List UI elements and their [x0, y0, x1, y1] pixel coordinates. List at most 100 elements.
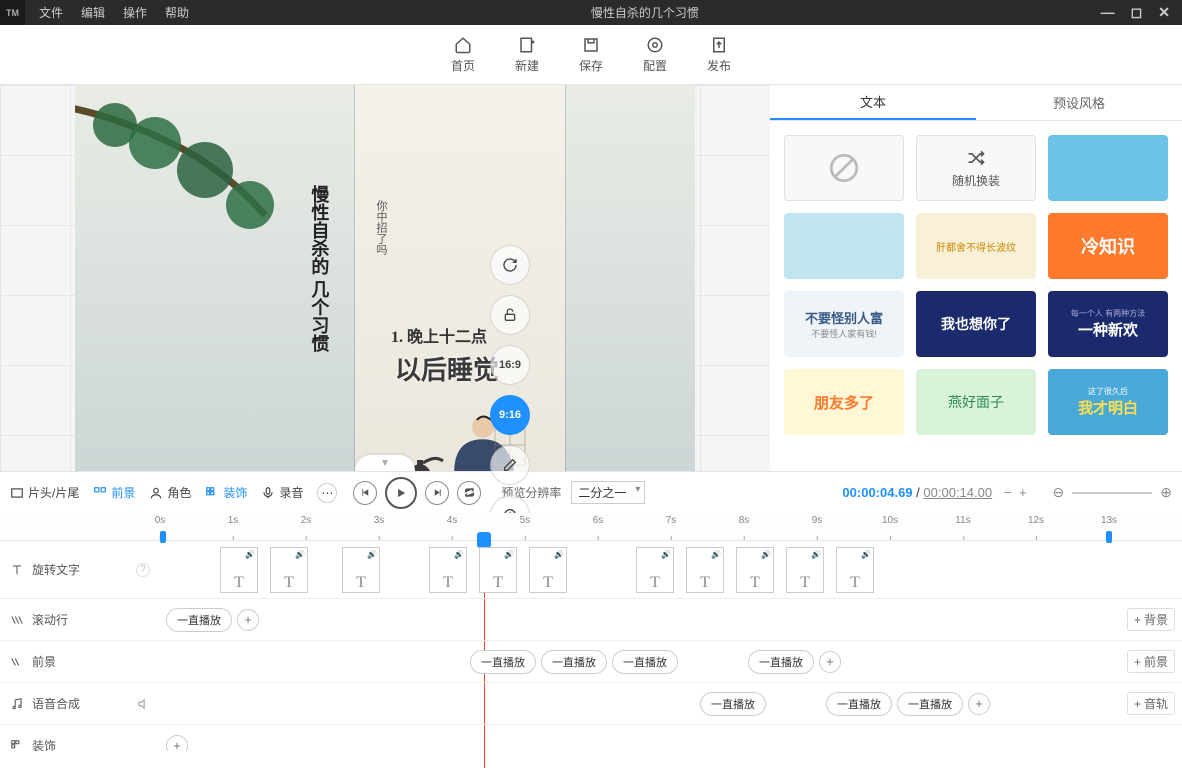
- style-thumb[interactable]: [1048, 135, 1168, 201]
- prev-button[interactable]: [353, 481, 377, 505]
- role-toggle[interactable]: 角色: [149, 484, 191, 501]
- foreground-toggle[interactable]: 前景: [93, 484, 135, 501]
- playback-bar: 片头/片尾 前景 角色 装饰 录音 ⋯ 预览分辨率 二分之一 00:00:04.…: [0, 471, 1182, 513]
- style-thumb[interactable]: 我也想你了: [916, 291, 1036, 357]
- resolution-select[interactable]: 二分之一: [571, 481, 645, 504]
- new-icon: [518, 36, 536, 54]
- menu-help[interactable]: 帮助: [165, 4, 189, 21]
- publish-button[interactable]: 发布: [707, 36, 731, 74]
- refresh-button[interactable]: [490, 245, 530, 285]
- new-button[interactable]: 新建: [515, 36, 539, 74]
- tab-text[interactable]: 文本: [770, 85, 976, 120]
- more-button[interactable]: ⋯: [317, 483, 337, 503]
- menu-action[interactable]: 操作: [123, 4, 147, 21]
- save-button[interactable]: 保存: [579, 36, 603, 74]
- tab-preset-style[interactable]: 预设风格: [976, 85, 1182, 120]
- lock-button[interactable]: [490, 295, 530, 335]
- add-foreground-button[interactable]: + 前景: [1127, 650, 1175, 673]
- config-label: 配置: [643, 57, 667, 74]
- clip-pill[interactable]: 一直播放: [826, 692, 892, 716]
- style-thumb[interactable]: 冷知识: [1048, 213, 1168, 279]
- clip-pill[interactable]: 一直播放: [612, 650, 678, 674]
- ruler-tick: 1s: [228, 515, 239, 526]
- save-icon: [582, 36, 600, 54]
- side-panel: 文本 预设风格 随机换装 肝都舍不得长波纹 冷知识 不要怪别人富 不要怪人家有钱…: [770, 85, 1182, 471]
- zoom-in-button[interactable]: ⊕: [1160, 484, 1172, 501]
- volume-icon[interactable]: [136, 697, 150, 711]
- next-button[interactable]: [425, 481, 449, 505]
- transport-controls: [353, 477, 481, 509]
- text-clip[interactable]: T: [220, 547, 258, 593]
- canvas-area[interactable]: 慢性自杀的 几个习惯 你中招了吗 1. 晚上十二点 以后睡觉 16:9 9:16: [0, 85, 770, 471]
- style-thumb[interactable]: 肝都舍不得长波纹: [916, 213, 1036, 279]
- aspect-9-16-button[interactable]: 9:16: [490, 395, 530, 435]
- apps-icon: [205, 486, 219, 500]
- ruler-tick: 2s: [301, 515, 312, 526]
- canvas-vertical-sub: 你中招了吗: [373, 200, 389, 255]
- canvas-vertical-title: 慢性自杀的 几个习惯: [307, 185, 330, 352]
- ruler-tick: 10s: [882, 515, 898, 526]
- timeline-tracks: 旋转文字 ? TTTTTTTTTTT 滚动行 一直播放 + + 背景 前景 一直…: [0, 541, 1182, 751]
- timeline-ruler[interactable]: 0s1s2s3s4s5s6s7s8s9s10s11s12s13s: [0, 513, 1182, 541]
- text-clip[interactable]: T: [686, 547, 724, 593]
- text-clip[interactable]: T: [736, 547, 774, 593]
- track-tts: 语音合成 一直播放 一直播放 一直播放 + + 音轨: [0, 683, 1182, 725]
- menu-edit[interactable]: 编辑: [81, 4, 105, 21]
- add-clip-button[interactable]: +: [237, 609, 259, 631]
- text-clip[interactable]: T: [836, 547, 874, 593]
- loop-button[interactable]: [457, 481, 481, 505]
- config-button[interactable]: 配置: [643, 36, 667, 74]
- text-clip[interactable]: T: [270, 547, 308, 593]
- text-clip[interactable]: T: [529, 547, 567, 593]
- style-thumb[interactable]: 不要怪别人富 不要怪人家有钱!: [784, 291, 904, 357]
- zoom-out-button[interactable]: ⊖: [1053, 484, 1065, 501]
- text-clip[interactable]: T: [429, 547, 467, 593]
- minimize-button[interactable]: —: [1101, 4, 1115, 21]
- play-button[interactable]: [385, 477, 417, 509]
- clip-pill[interactable]: 一直播放: [470, 650, 536, 674]
- text-clip[interactable]: T: [479, 547, 517, 593]
- record-toggle[interactable]: 录音: [261, 484, 303, 501]
- track-label: 装饰: [32, 737, 56, 751]
- collapse-canvas-button[interactable]: ▼: [355, 455, 415, 471]
- text-clip[interactable]: T: [636, 547, 674, 593]
- aspect-16-9-button[interactable]: 16:9: [490, 345, 530, 385]
- style-thumb[interactable]: 燕好面子: [916, 369, 1036, 435]
- clip-pill[interactable]: 一直播放: [700, 692, 766, 716]
- menu-file[interactable]: 文件: [39, 4, 63, 21]
- clip-pill[interactable]: 一直播放: [541, 650, 607, 674]
- ruler-tick: 11s: [955, 515, 970, 526]
- style-thumb[interactable]: 这了很久后 我才明白: [1048, 369, 1168, 435]
- time-minus[interactable]: −: [1004, 485, 1012, 500]
- deco-toggle[interactable]: 装饰: [205, 484, 247, 501]
- titlebar: TM 文件 编辑 操作 帮助 慢性自杀的几个习惯 — ◻ ✕: [0, 0, 1182, 25]
- style-thumb[interactable]: 每一个人 有两种方法 一种新欢: [1048, 291, 1168, 357]
- text-clip[interactable]: T: [786, 547, 824, 593]
- track-label: 语音合成: [32, 695, 80, 712]
- add-clip-button[interactable]: +: [968, 693, 990, 715]
- add-audio-button[interactable]: + 音轨: [1127, 692, 1175, 715]
- help-icon[interactable]: ?: [136, 563, 150, 577]
- style-thumb[interactable]: [784, 213, 904, 279]
- style-thumb[interactable]: 朋友多了: [784, 369, 904, 435]
- main-toolbar: 首页 新建 保存 配置 发布: [0, 25, 1182, 85]
- time-total[interactable]: 00:00:14.00: [923, 485, 992, 500]
- headtail-toggle[interactable]: 片头/片尾: [10, 484, 79, 501]
- add-background-button[interactable]: + 背景: [1127, 608, 1175, 631]
- edit-button[interactable]: [490, 445, 530, 485]
- style-none[interactable]: [784, 135, 904, 201]
- time-plus[interactable]: +: [1019, 485, 1027, 500]
- clip-pill[interactable]: 一直播放: [897, 692, 963, 716]
- clip-pill[interactable]: 一直播放: [166, 608, 232, 632]
- maximize-button[interactable]: ◻: [1131, 4, 1143, 21]
- add-clip-button[interactable]: +: [819, 651, 841, 673]
- clip-pill[interactable]: 一直播放: [748, 650, 814, 674]
- window-controls: — ◻ ✕: [1101, 4, 1182, 21]
- ruler-tick: 7s: [666, 515, 677, 526]
- text-clip[interactable]: T: [342, 547, 380, 593]
- zoom-slider[interactable]: [1072, 492, 1152, 494]
- style-random[interactable]: 随机换装: [916, 135, 1036, 201]
- close-button[interactable]: ✕: [1158, 4, 1170, 21]
- home-button[interactable]: 首页: [451, 36, 475, 74]
- add-clip-button[interactable]: +: [166, 735, 188, 752]
